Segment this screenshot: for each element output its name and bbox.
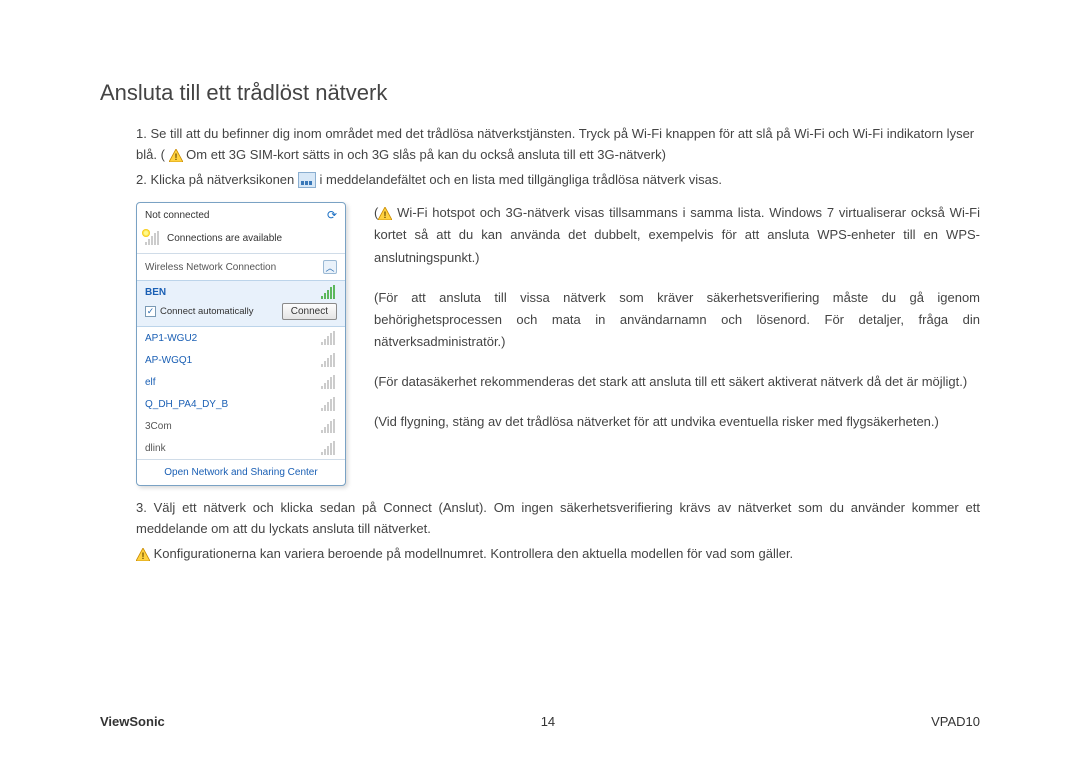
refresh-icon[interactable]: ⟳ <box>327 208 337 222</box>
note-text: Konfigurationerna kan variera beroende p… <box>154 546 794 561</box>
network-item[interactable]: dlink <box>137 437 345 459</box>
network-tray-icon <box>298 172 316 188</box>
network-item[interactable]: AP1-WGU2 <box>137 327 345 349</box>
connect-automatically-label: Connect automatically <box>160 306 253 317</box>
signal-icon <box>321 331 337 345</box>
step-1: 1. Se till att du befinner dig inom områ… <box>100 124 980 166</box>
signal-icon <box>321 441 337 455</box>
svg-text:!: ! <box>142 551 145 561</box>
connect-button[interactable]: Connect <box>282 303 337 320</box>
network-name: elf <box>145 377 156 388</box>
network-name: Q_DH_PA4_DY_B <box>145 399 228 410</box>
side-p2: (För att ansluta till vissa nätverk som … <box>374 287 980 353</box>
network-name: AP1-WGU2 <box>145 333 197 344</box>
footer-model: VPAD10 <box>931 714 980 729</box>
page-title: Ansluta till ett trådlöst nätverk <box>100 80 980 106</box>
signal-icon <box>321 353 337 367</box>
signal-icon <box>321 397 337 411</box>
open-network-center-link[interactable]: Open Network and Sharing Center <box>137 459 345 485</box>
network-name: 3Com <box>145 421 172 432</box>
wireless-section-label: Wireless Network Connection <box>145 262 276 273</box>
step-1-text-b: Om ett 3G SIM-kort sätts in och 3G slås … <box>186 147 666 162</box>
popup-header: Not connected ⟳ <box>137 203 345 227</box>
side-p1-text: Wi-Fi hotspot och 3G-nätverk visas tills… <box>374 205 980 264</box>
collapse-icon[interactable]: ︿ <box>323 260 337 274</box>
svg-text:!: ! <box>384 210 387 220</box>
footer-brand: ViewSonic <box>100 714 165 729</box>
signal-icon <box>321 375 337 389</box>
step-2-text-b: i meddelandefältet och en lista med till… <box>320 172 723 187</box>
network-name: dlink <box>145 443 166 454</box>
step-2-text-a: 2. Klicka på nätverksikonen <box>136 172 298 187</box>
network-name: AP-WGQ1 <box>145 355 192 366</box>
connect-automatically-checkbox[interactable]: ✓ Connect automatically <box>145 306 253 317</box>
network-item[interactable]: AP-WGQ1 <box>137 349 345 371</box>
network-item[interactable]: elf <box>137 371 345 393</box>
signal-icon <box>321 419 337 433</box>
network-item[interactable]: 3Com <box>137 415 345 437</box>
selected-network-name: BEN <box>145 287 166 298</box>
checkbox-icon: ✓ <box>145 306 156 317</box>
step-3: 3. Välj ett nätverk och klicka sedan på … <box>100 498 980 540</box>
connections-available-row: Connections are available <box>137 227 345 253</box>
network-item[interactable]: Q_DH_PA4_DY_B <box>137 393 345 415</box>
warning-icon: ! <box>378 207 392 220</box>
not-connected-label: Not connected <box>145 210 210 221</box>
page-footer: ViewSonic 14 VPAD10 <box>100 714 980 729</box>
note-line: ! Konfigurationerna kan variera beroende… <box>100 544 980 565</box>
side-paragraphs: (! Wi-Fi hotspot och 3G-nätverk visas ti… <box>374 202 980 486</box>
connections-available-label: Connections are available <box>167 233 282 244</box>
wireless-section-header: Wireless Network Connection ︿ <box>137 254 345 280</box>
svg-text:!: ! <box>174 152 177 162</box>
step-2: 2. Klicka på nätverksikonen i meddelande… <box>100 170 980 191</box>
signal-icon <box>321 285 337 299</box>
side-p1: (! Wi-Fi hotspot och 3G-nätverk visas ti… <box>374 202 980 268</box>
side-p4: (Vid flygning, stäng av det trådlösa nät… <box>374 411 980 433</box>
signal-available-icon <box>145 231 161 245</box>
warning-icon: ! <box>136 548 150 561</box>
wifi-popup: Not connected ⟳ Connections are availabl… <box>136 202 346 486</box>
warning-icon: ! <box>169 149 183 162</box>
side-p3: (För datasäkerhet rekommenderas det star… <box>374 371 980 393</box>
footer-page-number: 14 <box>541 714 555 729</box>
selected-network[interactable]: BEN ✓ Connect automatically Connect <box>137 280 345 327</box>
